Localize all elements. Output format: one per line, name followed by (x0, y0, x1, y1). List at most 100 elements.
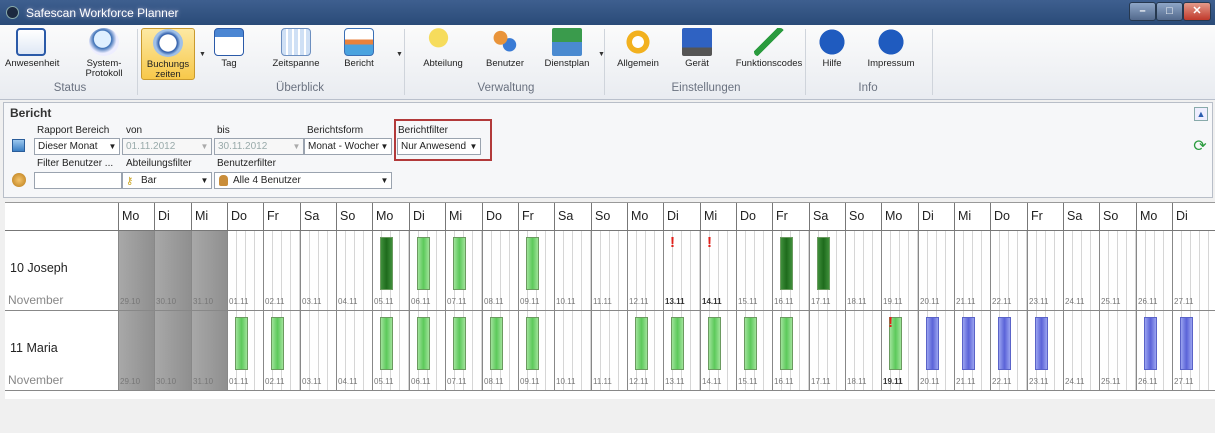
date-label: 05.11 (374, 377, 394, 386)
attendance-bar[interactable] (744, 317, 757, 370)
hilfe-button[interactable]: Hilfe (813, 28, 851, 80)
attendance-bar[interactable] (1144, 317, 1157, 370)
key-icon (428, 28, 458, 56)
date-label: 16.11 (774, 297, 794, 306)
anwesenheit-button[interactable]: Anwesenheit (5, 28, 60, 80)
attendance-bar[interactable] (490, 317, 503, 370)
attendance-bar[interactable] (780, 317, 793, 370)
date-label: 31.10 (193, 377, 214, 386)
attendance-bar[interactable] (671, 317, 684, 370)
bericht-dropdown-icon[interactable]: ▼ (396, 51, 403, 58)
collapse-icon[interactable]: ▲ (1194, 107, 1208, 121)
zeitspanne-button[interactable]: Zeitspanne (263, 28, 329, 80)
users-select[interactable]: Alle 4 Benutzer ▼ (214, 172, 392, 189)
day-header: Di (154, 203, 191, 230)
funktionscodes-button[interactable]: Funktionscodes (733, 28, 805, 80)
report-icon (344, 28, 374, 56)
calendar-day-icon (214, 28, 244, 56)
date-label: 15.11 (738, 377, 758, 386)
group-label-verwaltung: Verwaltung (477, 82, 535, 94)
tag-button[interactable]: Tag (211, 28, 247, 80)
minimize-button[interactable]: – (1129, 2, 1156, 21)
date-label: 04.11 (338, 377, 358, 386)
day-header: Fr (772, 203, 809, 230)
calendar-range-icon (281, 28, 311, 56)
date-label: 14.11 (702, 377, 722, 386)
ribbon-button-label: Benutzer (485, 58, 525, 69)
day-header: Fr (1027, 203, 1063, 230)
attendance-bar[interactable] (271, 317, 284, 370)
date-label: 23.11 (1029, 297, 1049, 306)
date-label: 24.11 (1065, 377, 1085, 386)
system-protokoll-button[interactable]: System- Protokoll (77, 28, 131, 80)
von-date-field[interactable]: 01.11.2012 ▼ (122, 138, 212, 155)
attendance-bar[interactable] (526, 237, 539, 290)
attendance-bar[interactable] (926, 317, 939, 370)
impressum-button[interactable]: Impressum (861, 28, 921, 80)
dept-select[interactable]: ⚷ Bar ▼ (122, 172, 212, 189)
ribbon-button-label: Zeitspanne (272, 58, 320, 69)
attendance-bar[interactable] (453, 317, 466, 370)
attendance-bar[interactable] (1035, 317, 1048, 370)
attendance-bar[interactable] (635, 317, 648, 370)
allgemein-button[interactable]: Allgemein (609, 28, 667, 80)
bericht-button[interactable]: Bericht (336, 28, 382, 80)
date-label: 09.11 (520, 377, 540, 386)
attendance-bar[interactable] (780, 237, 793, 290)
row-divider (5, 390, 1215, 391)
day-header: So (845, 203, 881, 230)
attendance-bar[interactable] (380, 317, 393, 370)
dienstplan-button[interactable]: Dienstplan (538, 28, 596, 80)
user-filter-input[interactable] (34, 172, 122, 189)
buchungszeiten-dropdown-icon[interactable]: ▼ (199, 51, 206, 58)
report-panel: Bericht ▲ ⟳ Rapport Bereich Dieser Monat… (3, 102, 1213, 198)
benutzer-button[interactable]: Benutzer (477, 28, 533, 80)
day-header: Do (482, 203, 518, 230)
attendance-bar[interactable] (380, 237, 393, 290)
date-label: 30.10 (156, 377, 177, 386)
attendance-bar[interactable] (962, 317, 975, 370)
attendance-bar[interactable] (1180, 317, 1193, 370)
date-label: 27.11 (1174, 297, 1194, 306)
date-label: 26.11 (1138, 377, 1158, 386)
attendance-bar[interactable] (817, 237, 830, 290)
day-header: Di (663, 203, 700, 230)
attendance-bar[interactable] (417, 317, 430, 370)
filter-select[interactable]: Nur Anwesend ▼ (397, 138, 481, 155)
alert-icon: ! (707, 234, 712, 251)
ribbon-button-label: Funktionscodes (735, 58, 803, 69)
date-label: 20.11 (920, 377, 940, 386)
date-label: 23.11 (1029, 377, 1049, 386)
day-header: Mi (700, 203, 736, 230)
attendance-bar[interactable] (998, 317, 1011, 370)
day-header: Mi (191, 203, 227, 230)
bis-label: bis (217, 125, 230, 136)
ribbon-separator (604, 29, 605, 95)
day-header: Mi (954, 203, 990, 230)
date-label: 19.11 (883, 377, 903, 386)
bis-date-field[interactable]: 30.11.2012 ▼ (214, 138, 304, 155)
refresh-icon[interactable]: ⟳ (1192, 139, 1208, 155)
close-button[interactable]: ✕ (1183, 2, 1211, 21)
form-select[interactable]: Monat - Wocher ▼ (304, 138, 392, 155)
maximize-button[interactable]: □ (1156, 2, 1183, 21)
date-label: 27.11 (1174, 377, 1194, 386)
attendance-bar[interactable] (417, 237, 430, 290)
attendance-bar[interactable] (708, 317, 721, 370)
buchungszeiten-button[interactable]: Buchungs zeiten (141, 28, 195, 80)
ribbon-button-label: Allgemein (617, 58, 659, 69)
date-label: 29.10 (120, 377, 141, 386)
key-icon: ⚷ (126, 176, 134, 187)
ribbon-separator (137, 29, 138, 95)
attendance-bar[interactable] (235, 317, 248, 370)
ribbon-button-label: Anwesenheit (5, 58, 60, 69)
attendance-bar[interactable] (526, 317, 539, 370)
rapport-select[interactable]: Dieser Monat ▼ (34, 138, 120, 155)
group-label-status: Status (53, 82, 87, 94)
date-label: 01.11 (229, 297, 249, 306)
gear-icon (623, 28, 653, 56)
geraet-button[interactable]: Gerät (674, 28, 720, 80)
day-header: So (1099, 203, 1136, 230)
abteilung-button[interactable]: Abteilung (413, 28, 473, 80)
attendance-bar[interactable] (453, 237, 466, 290)
